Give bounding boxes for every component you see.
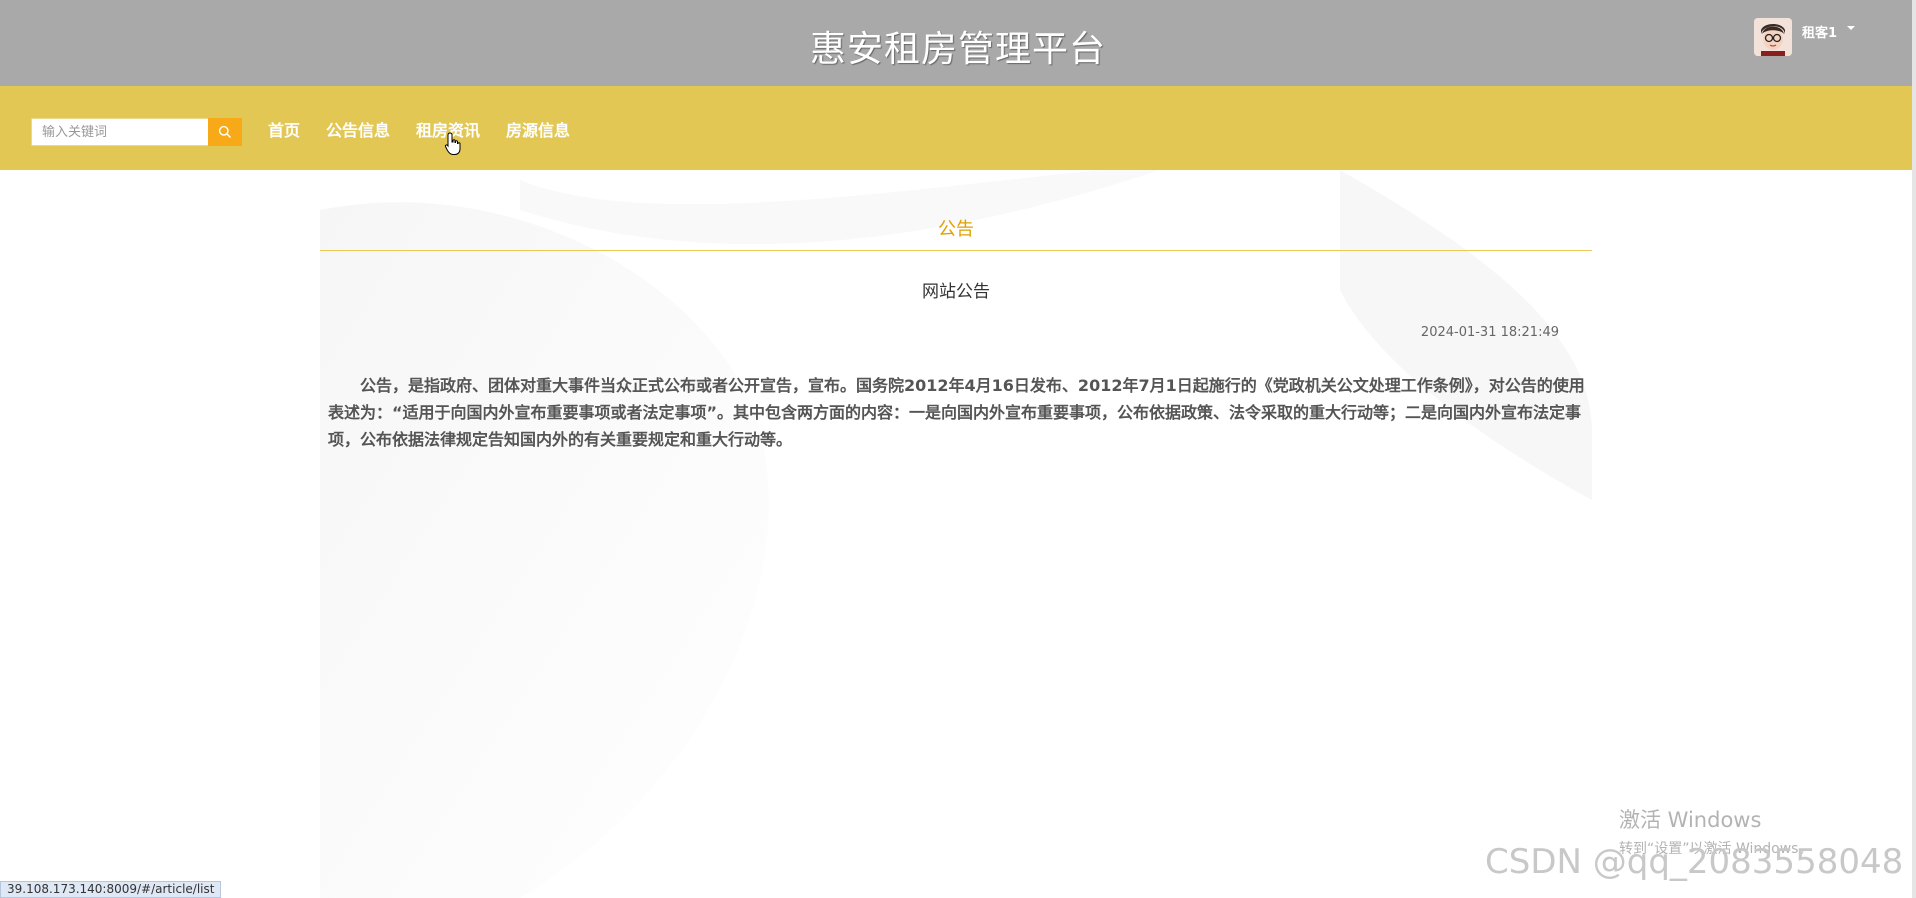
avatar[interactable] (1754, 18, 1792, 56)
avatar-icon (1754, 18, 1792, 56)
hand-pointer-icon (444, 132, 461, 155)
section-divider (320, 250, 1592, 251)
article-title: 网站公告 (922, 282, 990, 302)
user-menu[interactable]: 租客1 (1754, 18, 1856, 58)
nav-announcements[interactable]: 公告信息 (326, 117, 390, 141)
main-nav: 首页 公告信息 租房资讯 房源信息 (268, 117, 570, 141)
nav-bar: 首页 公告信息 租房资讯 房源信息 (0, 86, 1916, 170)
section-title: 公告 (938, 219, 974, 240)
site-title: 惠安租房管理平台 (809, 29, 1106, 70)
article-date: 2024-01-31 18:21:49 (1420, 325, 1559, 340)
nav-listings[interactable]: 房源信息 (506, 117, 570, 141)
csdn-watermark: CSDN @qq_2083558048 (1485, 842, 1904, 882)
search-icon (218, 125, 232, 139)
scrollbar[interactable] (1912, 0, 1916, 898)
top-header: 惠安租房管理平台 租客1 (0, 0, 1916, 86)
nav-home[interactable]: 首页 (268, 117, 300, 141)
windows-activation-title: 激活 Windows (1619, 808, 1762, 832)
search-button[interactable] (208, 118, 242, 146)
chevron-down-icon[interactable] (1847, 26, 1856, 30)
search-input[interactable] (31, 118, 209, 146)
user-name[interactable]: 租客1 (1802, 22, 1837, 41)
status-bar-url: 39.108.173.140:8009/#/article/list (0, 881, 222, 898)
article-body: 公告，是指政府、团体对重大事件当众正式公布或者公开宣告，宣布。国务院2012年4… (328, 376, 1585, 449)
page: 惠安租房管理平台 租客1 输入关键词 首页 公告信息 租房资讯 房源信息 公告 … (0, 0, 1916, 898)
